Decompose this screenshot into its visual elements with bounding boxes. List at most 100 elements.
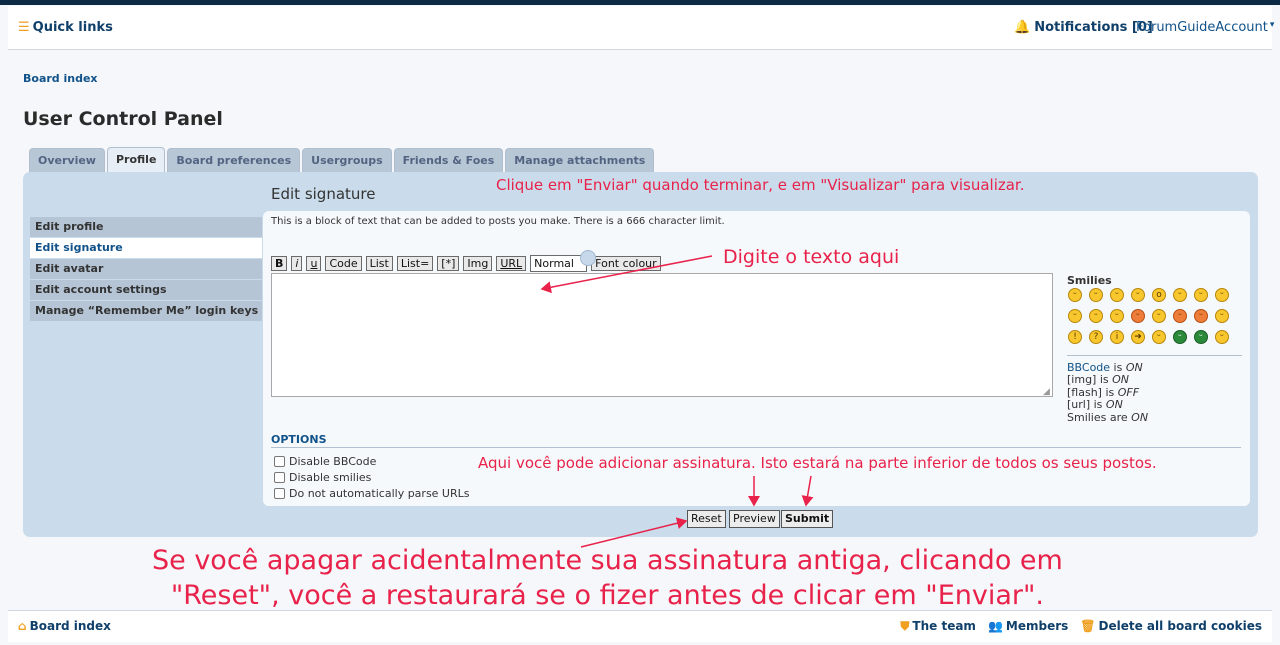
footer-links: ⛊ The team 👥 Members 🗑 Delete all board coo… <box>900 619 1262 634</box>
list-button[interactable]: List <box>365 256 393 271</box>
disable-bbcode-checkbox[interactable] <box>274 456 285 467</box>
tab-manage-attachments[interactable]: Manage attachments <box>505 148 655 172</box>
smiley-icon[interactable]: i <box>1110 330 1124 344</box>
list-item-button[interactable]: [*] <box>437 256 460 271</box>
smiley-icon[interactable]: ᵕ <box>1110 309 1124 323</box>
shield-icon: ⛊ <box>900 619 910 633</box>
flash-status-value: OFF <box>1117 385 1140 399</box>
ordered-list-button[interactable]: List= <box>396 256 434 271</box>
smiley-icon[interactable]: ᵕ <box>1110 288 1124 302</box>
preview-button[interactable]: Preview <box>729 510 780 528</box>
footer-delete-cookies-link[interactable]: 🗑 Delete all board cookies <box>1080 619 1262 634</box>
option-label: Disable BBCode <box>289 455 377 468</box>
notifications-link[interactable]: 🔔 Notifications [0] <box>1014 20 1153 35</box>
font-colour-button[interactable]: Font colour <box>591 256 661 271</box>
sidebar-item-edit-profile[interactable]: Edit profile <box>30 217 262 237</box>
tab-board-preferences[interactable]: Board preferences <box>167 148 301 172</box>
sidebar-item-edit-signature[interactable]: Edit signature <box>30 238 262 258</box>
url-button[interactable]: URL <box>496 256 527 271</box>
bbcode-status-text: is <box>1110 361 1126 374</box>
smiley-icon[interactable]: ➜ <box>1131 330 1145 344</box>
footer-team-label: The team <box>912 619 976 633</box>
top-strip <box>0 0 1280 5</box>
smiley-icon[interactable]: ᵕ <box>1215 330 1229 344</box>
code-button[interactable]: Code <box>325 256 362 271</box>
smiley-icon[interactable]: o <box>1152 288 1166 302</box>
smiley-icon[interactable]: ᵕ <box>1089 288 1103 302</box>
font-size-value: Normal <box>534 257 574 270</box>
smiley-icon[interactable]: ᵕ <box>1068 309 1082 323</box>
smiley-icon[interactable]: ᵕ <box>1173 330 1187 344</box>
tab-bar: Overview Profile Board preferences Userg… <box>29 147 655 172</box>
footer-board-index-label: Board index <box>29 619 111 633</box>
no-parse-urls-checkbox[interactable] <box>274 488 285 499</box>
option-no-parse-urls[interactable]: Do not automatically parse URLs <box>274 487 470 500</box>
submit-button[interactable]: Submit <box>781 510 834 528</box>
bbcode-toolbar: B i u Code List List= [*] Img URL Normal… <box>271 250 661 272</box>
bold-button[interactable]: B <box>271 256 288 271</box>
smiley-icon[interactable]: ᵕ <box>1152 309 1166 323</box>
annotation-submit-preview: Clique em "Enviar" quando terminar, e em… <box>496 176 1025 194</box>
quick-links-menu[interactable]: ☰ Quick links <box>18 20 113 35</box>
italic-button[interactable]: i <box>291 256 303 271</box>
hamburger-icon: ☰ <box>18 20 30 35</box>
smiley-icon[interactable]: ᵕ <box>1194 309 1208 323</box>
url-status-value: ON <box>1105 398 1123 412</box>
signature-textarea[interactable] <box>271 273 1053 397</box>
tab-friends-foes[interactable]: Friends & Foes <box>393 148 504 172</box>
sidebar-item-edit-avatar[interactable]: Edit avatar <box>30 259 262 279</box>
members-icon: 👥 <box>987 619 1003 633</box>
section-title: Edit signature <box>271 185 376 203</box>
disable-smilies-checkbox[interactable] <box>274 472 285 483</box>
account-menu[interactable]: ForumGuideAccount ▾ <box>1136 20 1274 35</box>
tab-overview[interactable]: Overview <box>29 148 105 172</box>
footer-members-link[interactable]: 👥 Members <box>988 619 1068 634</box>
sidebar-item-remember-me-keys[interactable]: Manage “Remember Me” login keys <box>30 301 262 321</box>
smiley-icon[interactable]: ᵕ <box>1131 288 1145 302</box>
font-size-select[interactable]: Normal <box>530 250 597 272</box>
breadcrumb-board-index[interactable]: Board index <box>23 72 98 85</box>
flash-status-text: [flash] is <box>1067 385 1118 399</box>
smiley-icon[interactable]: ᵕ <box>1089 309 1103 323</box>
img-status-text: [img] is <box>1067 373 1113 387</box>
smiley-icon[interactable]: ᵕ <box>1194 288 1208 302</box>
bell-icon: 🔔 <box>1014 20 1031 35</box>
smiley-icon[interactable]: ᵕ <box>1173 309 1187 323</box>
resize-grip-icon[interactable]: ◢ <box>1043 387 1050 397</box>
smiley-icon[interactable]: ᵕ <box>1194 330 1208 344</box>
sidebar-item-edit-account-settings[interactable]: Edit account settings <box>30 280 262 300</box>
smilies-status-text: Smilies are <box>1067 410 1132 424</box>
footer-board-index[interactable]: ⌂ Board index <box>18 619 111 633</box>
page-title: User Control Panel <box>23 108 223 130</box>
bbcode-help-link[interactable]: BBCode <box>1067 361 1110 374</box>
home-icon: ⌂ <box>18 619 27 633</box>
smiley-icon[interactable]: ᵕ <box>1173 288 1187 302</box>
option-disable-bbcode[interactable]: Disable BBCode <box>274 455 376 468</box>
tab-usergroups[interactable]: Usergroups <box>302 148 392 172</box>
smiley-icon[interactable]: ? <box>1089 330 1103 344</box>
annotation-reset-info: Se você apagar acidentalmente sua assina… <box>152 543 1063 613</box>
account-name: ForumGuideAccount <box>1136 20 1268 35</box>
smiley-icon[interactable]: ! <box>1068 330 1082 344</box>
smilies-title: Smilies <box>1067 274 1112 287</box>
underline-button[interactable]: u <box>306 256 322 271</box>
smiley-icon[interactable]: ᵕ <box>1152 330 1166 344</box>
smiley-icon[interactable]: ᵕ <box>1215 309 1229 323</box>
reset-button[interactable]: Reset <box>687 510 726 528</box>
smiley-icon[interactable]: ᵕ <box>1068 288 1082 302</box>
options-title: OPTIONS <box>271 433 327 446</box>
smiley-icon[interactable]: ᵕ <box>1131 309 1145 323</box>
annotation-reset-line-2: "Reset", você a restaurará se o fizer an… <box>170 580 1045 611</box>
trash-icon: 🗑 <box>1080 619 1096 633</box>
tab-profile[interactable]: Profile <box>106 147 166 172</box>
smilies-grid: ᵕ ᵕ ᵕ ᵕ o ᵕ ᵕ ᵕ ᵕ ᵕ ᵕ ᵕ ᵕ ᵕ ᵕ ᵕ ! ? i ➜ … <box>1068 288 1238 344</box>
option-label: Do not automatically parse URLs <box>289 487 470 500</box>
option-label: Disable smilies <box>289 471 372 484</box>
annotation-reset-line-1: Se você apagar acidentalmente sua assina… <box>152 545 1063 576</box>
quick-links-label: Quick links <box>32 20 113 35</box>
footer-team-link[interactable]: ⛊ The team <box>900 619 976 634</box>
smiley-icon[interactable]: ᵕ <box>1215 288 1229 302</box>
option-disable-smilies[interactable]: Disable smilies <box>274 471 371 484</box>
img-button[interactable]: Img <box>463 256 493 271</box>
caret-down-icon: ▾ <box>1269 20 1275 30</box>
